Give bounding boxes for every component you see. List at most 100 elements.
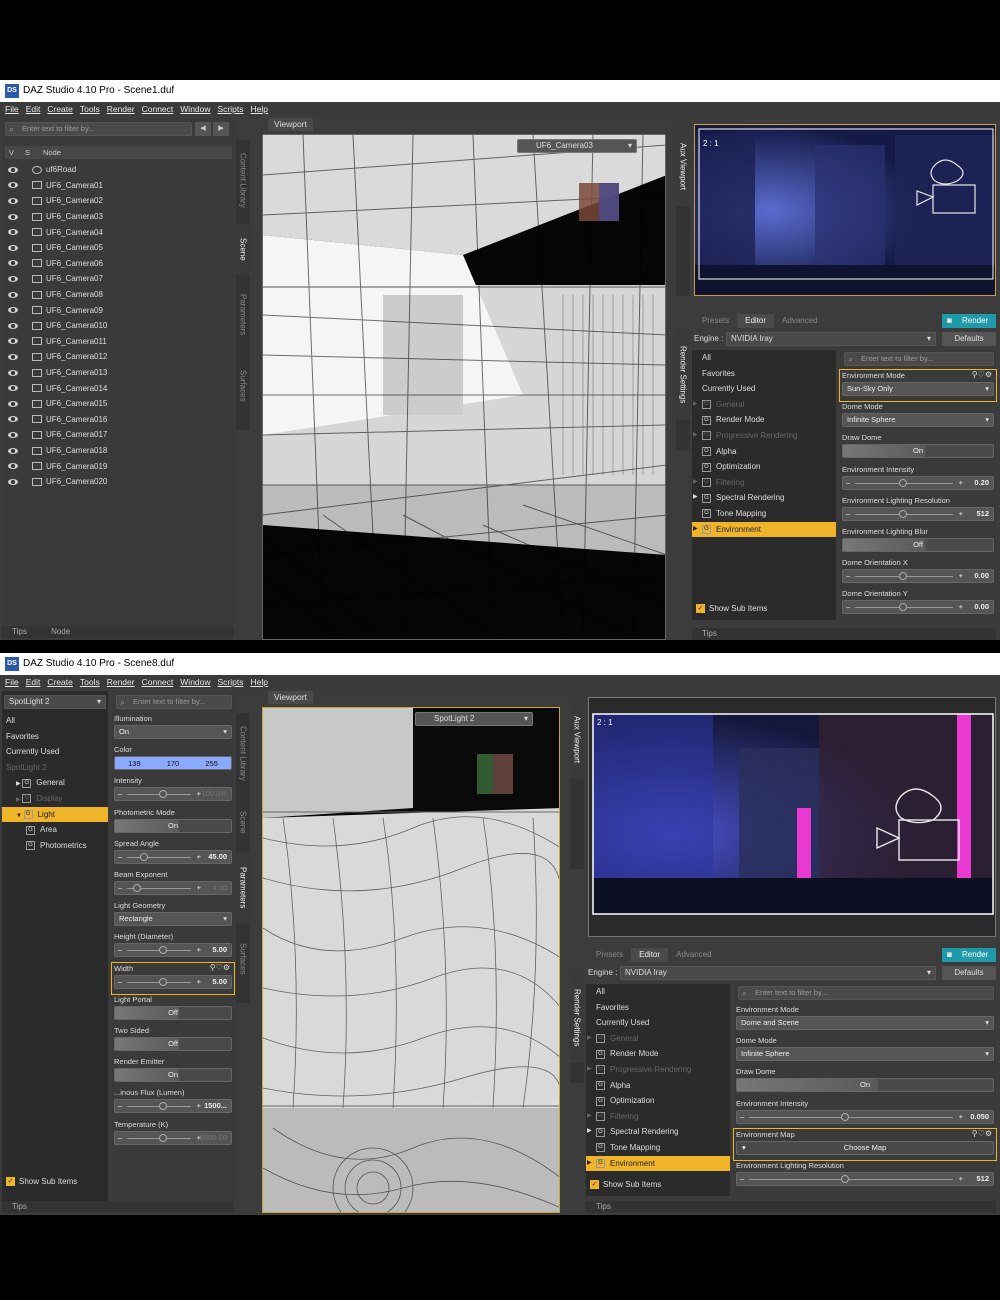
tab-render-settings[interactable]: Render Settings [676, 330, 690, 420]
slider-knob[interactable] [899, 603, 908, 612]
parameter-category-item[interactable]: ▶ G Display [2, 791, 108, 807]
property-slider[interactable]: – +0.20 [842, 475, 994, 490]
scene-node-row[interactable]: UF6_Camera07 [2, 271, 234, 287]
parameter-category-item[interactable]: ▶ G General [2, 775, 108, 791]
scene-node-row[interactable]: UF6_Camera010 [2, 318, 234, 334]
menu-tools[interactable]: Tools [80, 102, 100, 116]
plus-icon[interactable]: + [197, 944, 201, 956]
tips-tab[interactable]: Tips [702, 629, 717, 638]
parameter-category-item[interactable]: SpotLight 2 [2, 760, 108, 776]
scene-node-row[interactable]: UF6_Camera013 [2, 365, 234, 381]
plus-icon[interactable]: + [959, 1111, 963, 1123]
property-toggle[interactable]: On [842, 444, 994, 459]
param-filter-input[interactable]: ⌕ Enter text to filter by... [116, 695, 232, 709]
menu-create[interactable]: Create [47, 102, 73, 116]
render-category-item[interactable]: Currently Used [586, 1015, 730, 1031]
eye-icon[interactable] [8, 197, 18, 204]
minus-icon[interactable]: – [740, 1111, 744, 1123]
property-dropdown[interactable]: Dome and Scene [736, 1016, 994, 1030]
scene-node-row[interactable]: UF6_Camera018 [2, 443, 234, 459]
expand-arrow-icon[interactable]: ▼ [16, 813, 24, 819]
render-category-item[interactable]: ▶ G Progressive Rendering [586, 1062, 730, 1078]
plus-icon[interactable]: + [197, 851, 201, 863]
render-category-item[interactable]: G Alpha [586, 1078, 730, 1094]
property-dropdown[interactable]: Infinite Sphere [842, 413, 994, 428]
tips-tab[interactable]: Tips [12, 1202, 27, 1211]
tab-surfaces[interactable]: Surfaces [236, 356, 250, 416]
minus-icon[interactable]: – [118, 1132, 122, 1144]
viewport[interactable]: SpotLight 2 ▾ [262, 707, 560, 1213]
color-b-value[interactable]: 255 [205, 759, 218, 768]
eye-icon[interactable] [8, 478, 18, 485]
eye-icon[interactable] [8, 307, 18, 314]
arrow-left-icon[interactable]: ◀ [195, 122, 211, 136]
render-category-item[interactable]: Favorites [692, 366, 836, 382]
scene-node-row[interactable]: UF6_Camera05 [2, 240, 234, 256]
tab-aux-viewport[interactable]: Aux Viewport [570, 699, 584, 779]
scene-node-row[interactable]: UF6_Camera01 [2, 178, 234, 194]
render-category-item[interactable]: G Alpha [692, 444, 836, 460]
property-dropdown[interactable]: On [114, 725, 232, 739]
eye-icon[interactable] [8, 322, 18, 329]
property-dropdown[interactable]: Infinite Sphere [736, 1047, 994, 1062]
tab-content-library[interactable]: Content Library [236, 713, 250, 793]
show-sub-items-toggle[interactable]: ✓ Show Sub Items [696, 604, 767, 614]
render-filter-input[interactable]: ⌕ Enter text to filter by... [844, 352, 994, 366]
scene-node-row[interactable]: UF6_Camera019 [2, 458, 234, 474]
menu-scripts[interactable]: Scripts [218, 102, 244, 116]
slider-knob[interactable] [899, 509, 908, 518]
plus-icon[interactable]: + [197, 788, 201, 800]
eye-icon[interactable] [8, 260, 18, 267]
tab-advanced[interactable]: Advanced [774, 314, 826, 328]
engine-select[interactable]: NVIDIA Iray ▾ [620, 966, 936, 980]
tab-render-settings[interactable]: Render Settings [570, 973, 584, 1063]
eye-icon[interactable] [8, 166, 18, 173]
property-toggle[interactable]: Off [114, 1037, 232, 1051]
plus-icon[interactable]: + [197, 1100, 201, 1112]
tab-scene[interactable]: Scene [236, 224, 250, 274]
plus-icon[interactable]: + [959, 570, 963, 582]
viewport-camera-select[interactable]: SpotLight 2 ▾ [415, 712, 533, 726]
eye-icon[interactable] [8, 431, 18, 438]
eye-icon[interactable] [8, 182, 18, 189]
tab-aux-viewport[interactable]: Aux Viewport [676, 126, 690, 206]
scene-node-row[interactable]: UF6_Camera03 [2, 209, 234, 225]
parameter-category-item[interactable]: Favorites [2, 729, 108, 745]
property-toggle[interactable]: Off [114, 1005, 232, 1020]
render-category-item[interactable]: G Tone Mapping [586, 1140, 730, 1156]
minus-icon[interactable]: – [846, 570, 850, 582]
color-g-value[interactable]: 170 [167, 759, 180, 768]
expand-arrow-icon[interactable]: ▶ [587, 1109, 592, 1125]
tab-surfaces[interactable]: Surfaces [236, 929, 250, 989]
menu-create[interactable]: Create [47, 675, 73, 689]
scene-node-row[interactable]: UF6_Camera016 [2, 412, 234, 428]
eye-icon[interactable] [8, 385, 18, 392]
property-slider[interactable]: – +512 [842, 506, 994, 521]
menu-tools[interactable]: Tools [80, 675, 100, 689]
render-category-item[interactable]: G Render Mode [692, 412, 836, 428]
tab-advanced[interactable]: Advanced [668, 948, 720, 962]
scene-node-row[interactable]: UF6_Camera06 [2, 256, 234, 272]
scene-node-row[interactable]: UF6_Camera015 [2, 396, 234, 412]
eye-icon[interactable] [8, 291, 18, 298]
eye-icon[interactable] [8, 416, 18, 423]
menu-edit[interactable]: Edit [26, 102, 41, 116]
property-slider[interactable]: – +512 [736, 1172, 994, 1186]
property-toggle[interactable]: On [736, 1078, 994, 1093]
slider-knob[interactable] [899, 478, 908, 487]
viewport-tab[interactable]: Viewport [268, 691, 313, 704]
render-button[interactable]: ◙ Render [942, 948, 997, 962]
tab-editor[interactable]: Editor [631, 948, 669, 962]
parameter-category-item[interactable]: G Area [2, 822, 108, 838]
choose-map-button[interactable]: ▾ Choose Map [736, 1140, 994, 1155]
show-sub-items-toggle[interactable]: ✓ Show Sub Items [590, 1180, 661, 1190]
eye-icon[interactable] [8, 400, 18, 407]
property-slider[interactable]: – +45.00 [114, 849, 232, 864]
viewport[interactable]: UF6_Camera03 ▾ [262, 134, 666, 640]
parameter-category-item[interactable]: Currently Used [2, 744, 108, 760]
arrow-right-icon[interactable]: ▶ [213, 122, 229, 136]
minus-icon[interactable]: – [846, 508, 850, 520]
expand-arrow-icon[interactable]: ▶ [693, 428, 698, 444]
expand-arrow-icon[interactable]: ▶ [693, 475, 698, 491]
tab-parameters[interactable]: Parameters [236, 280, 250, 350]
